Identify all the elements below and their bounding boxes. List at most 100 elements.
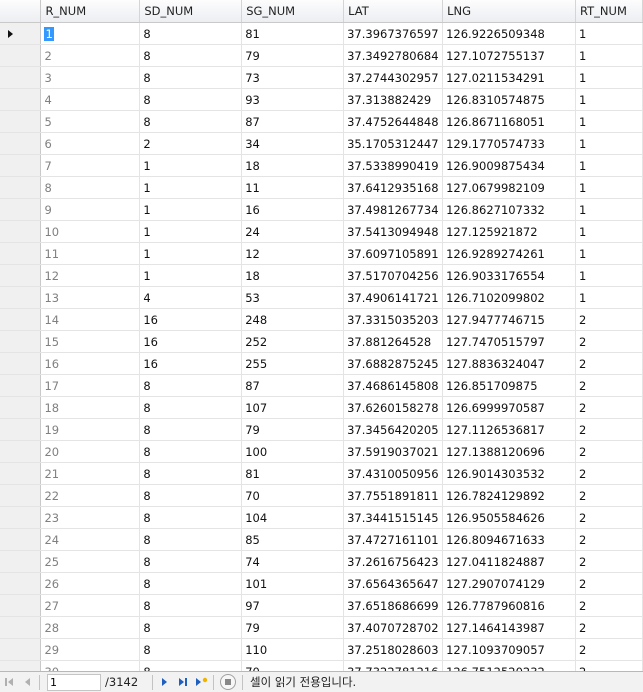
cell-rt-num[interactable]: 2: [575, 330, 643, 353]
cell-lng[interactable]: 126.9009875434: [442, 154, 576, 177]
cell-rt-num[interactable]: 2: [575, 374, 643, 397]
cell-rt-num[interactable]: 2: [575, 638, 643, 661]
cell-lng[interactable]: 126.7512520232: [442, 660, 576, 671]
cell-lat[interactable]: 37.3967376597: [343, 22, 444, 45]
cell-lng[interactable]: 126.6999970587: [442, 396, 576, 419]
row-selector[interactable]: [0, 308, 42, 331]
cell-r-num[interactable]: 6: [40, 132, 141, 155]
table-row[interactable]: 10 1 24 37.5413094948 127.125921872 1: [0, 220, 643, 243]
table-row[interactable]: 1 8 81 37.3967376597 126.9226509348 1: [0, 22, 643, 45]
row-selector[interactable]: [0, 264, 42, 287]
cell-r-num[interactable]: 19: [40, 418, 141, 441]
column-header-sd-num[interactable]: SD_NUM: [139, 0, 243, 23]
cell-lat[interactable]: 37.5170704256: [343, 264, 444, 287]
cell-sg-num[interactable]: 16: [241, 198, 345, 221]
cell-r-num[interactable]: 7: [40, 154, 141, 177]
cell-lat[interactable]: 37.2616756423: [343, 550, 444, 573]
cell-rt-num[interactable]: 1: [575, 66, 643, 89]
cell-sg-num[interactable]: 100: [241, 440, 345, 463]
cell-lat[interactable]: 37.5338990419: [343, 154, 444, 177]
cell-sg-num[interactable]: 93: [241, 88, 345, 111]
row-selector[interactable]: [0, 616, 42, 639]
cell-rt-num[interactable]: 2: [575, 484, 643, 507]
row-selector[interactable]: [0, 154, 42, 177]
cell-rt-num[interactable]: 2: [575, 572, 643, 595]
table-row[interactable]: 7 1 18 37.5338990419 126.9009875434 1: [0, 154, 643, 177]
cell-sd-num[interactable]: 8: [139, 616, 243, 639]
table-row[interactable]: 18 8 107 37.6260158278 126.6999970587 2: [0, 396, 643, 419]
cell-lng[interactable]: 127.8836324047: [442, 352, 576, 375]
row-selector[interactable]: [0, 638, 42, 661]
table-row[interactable]: 29 8 110 37.2518028603 127.1093709057 2: [0, 638, 643, 661]
cell-sd-num[interactable]: 8: [139, 638, 243, 661]
cell-rt-num[interactable]: 2: [575, 594, 643, 617]
cell-rt-num[interactable]: 2: [575, 308, 643, 331]
cell-sg-num[interactable]: 74: [241, 550, 345, 573]
column-header-r-num[interactable]: R_NUM: [40, 0, 141, 23]
cell-rt-num[interactable]: 2: [575, 440, 643, 463]
cell-lat[interactable]: 37.3315035203: [343, 308, 444, 331]
cell-lng[interactable]: 126.8627107332: [442, 198, 576, 221]
cell-lng[interactable]: 126.8310574875: [442, 88, 576, 111]
cell-sg-num[interactable]: 24: [241, 220, 345, 243]
cell-lng[interactable]: 126.9033176554: [442, 264, 576, 287]
cell-lat[interactable]: 37.6097105891: [343, 242, 444, 265]
table-row[interactable]: 9 1 16 37.4981267734 126.8627107332 1: [0, 198, 643, 221]
cell-lat[interactable]: 37.6260158278: [343, 396, 444, 419]
cell-lat[interactable]: 37.4727161101: [343, 528, 444, 551]
cell-lat[interactable]: 37.6882875245: [343, 352, 444, 375]
row-selector[interactable]: [0, 418, 42, 441]
cell-lng[interactable]: 127.7470515797: [442, 330, 576, 353]
cell-lat[interactable]: 37.4686145808: [343, 374, 444, 397]
table-row[interactable]: 8 1 11 37.6412935168 127.0679982109 1: [0, 176, 643, 199]
cell-rt-num[interactable]: 1: [575, 264, 643, 287]
cell-sg-num[interactable]: 85: [241, 528, 345, 551]
cell-sg-num[interactable]: 79: [241, 44, 345, 67]
row-selector[interactable]: [0, 484, 42, 507]
table-row[interactable]: 2 8 79 37.3492780684 127.1072755137 1: [0, 44, 643, 67]
cell-rt-num[interactable]: 2: [575, 506, 643, 529]
cell-r-num[interactable]: 29: [40, 638, 141, 661]
row-selector[interactable]: [0, 66, 42, 89]
cell-rt-num[interactable]: 1: [575, 242, 643, 265]
row-selector[interactable]: [0, 352, 42, 375]
cell-lng[interactable]: 126.7824129892: [442, 484, 576, 507]
cell-r-num[interactable]: 23: [40, 506, 141, 529]
cell-r-num[interactable]: 21: [40, 462, 141, 485]
row-selector[interactable]: [0, 132, 42, 155]
cell-sd-num[interactable]: 8: [139, 572, 243, 595]
cell-sg-num[interactable]: 11: [241, 176, 345, 199]
cell-rt-num[interactable]: 1: [575, 198, 643, 221]
cell-lat[interactable]: 37.2744302957: [343, 66, 444, 89]
cell-lng[interactable]: 127.1072755137: [442, 44, 576, 67]
cell-rt-num[interactable]: 1: [575, 22, 643, 45]
cell-lng[interactable]: 127.125921872: [442, 220, 576, 243]
cell-lng[interactable]: 127.1388120696: [442, 440, 576, 463]
cell-sg-num[interactable]: 87: [241, 374, 345, 397]
cell-lng[interactable]: 126.9289274261: [442, 242, 576, 265]
row-selector[interactable]: [0, 462, 42, 485]
cell-sg-num[interactable]: 248: [241, 308, 345, 331]
cell-lat[interactable]: 37.3456420205: [343, 418, 444, 441]
cell-lng[interactable]: 127.0211534291: [442, 66, 576, 89]
cell-lat[interactable]: 37.7322781216: [343, 660, 444, 671]
cell-lng[interactable]: 129.1770574733: [442, 132, 576, 155]
cell-lat[interactable]: 37.6518686699: [343, 594, 444, 617]
column-header-sg-num[interactable]: SG_NUM: [241, 0, 345, 23]
cell-sg-num[interactable]: 101: [241, 572, 345, 595]
table-row[interactable]: 13 4 53 37.4906141721 126.7102099802 1: [0, 286, 643, 309]
cell-lat[interactable]: 37.3441515145: [343, 506, 444, 529]
cell-sd-num[interactable]: 8: [139, 66, 243, 89]
cell-sd-num[interactable]: 8: [139, 528, 243, 551]
cell-sg-num[interactable]: 70: [241, 484, 345, 507]
cell-r-num[interactable]: 11: [40, 242, 141, 265]
cell-r-num[interactable]: 16: [40, 352, 141, 375]
cell-sd-num[interactable]: 8: [139, 440, 243, 463]
cell-r-num[interactable]: 5: [40, 110, 141, 133]
cell-rt-num[interactable]: 2: [575, 660, 643, 671]
cell-sd-num[interactable]: 8: [139, 44, 243, 67]
cell-rt-num[interactable]: 1: [575, 132, 643, 155]
cell-lng[interactable]: 127.0411824887: [442, 550, 576, 573]
cell-sg-num[interactable]: 107: [241, 396, 345, 419]
cell-sg-num[interactable]: 18: [241, 264, 345, 287]
